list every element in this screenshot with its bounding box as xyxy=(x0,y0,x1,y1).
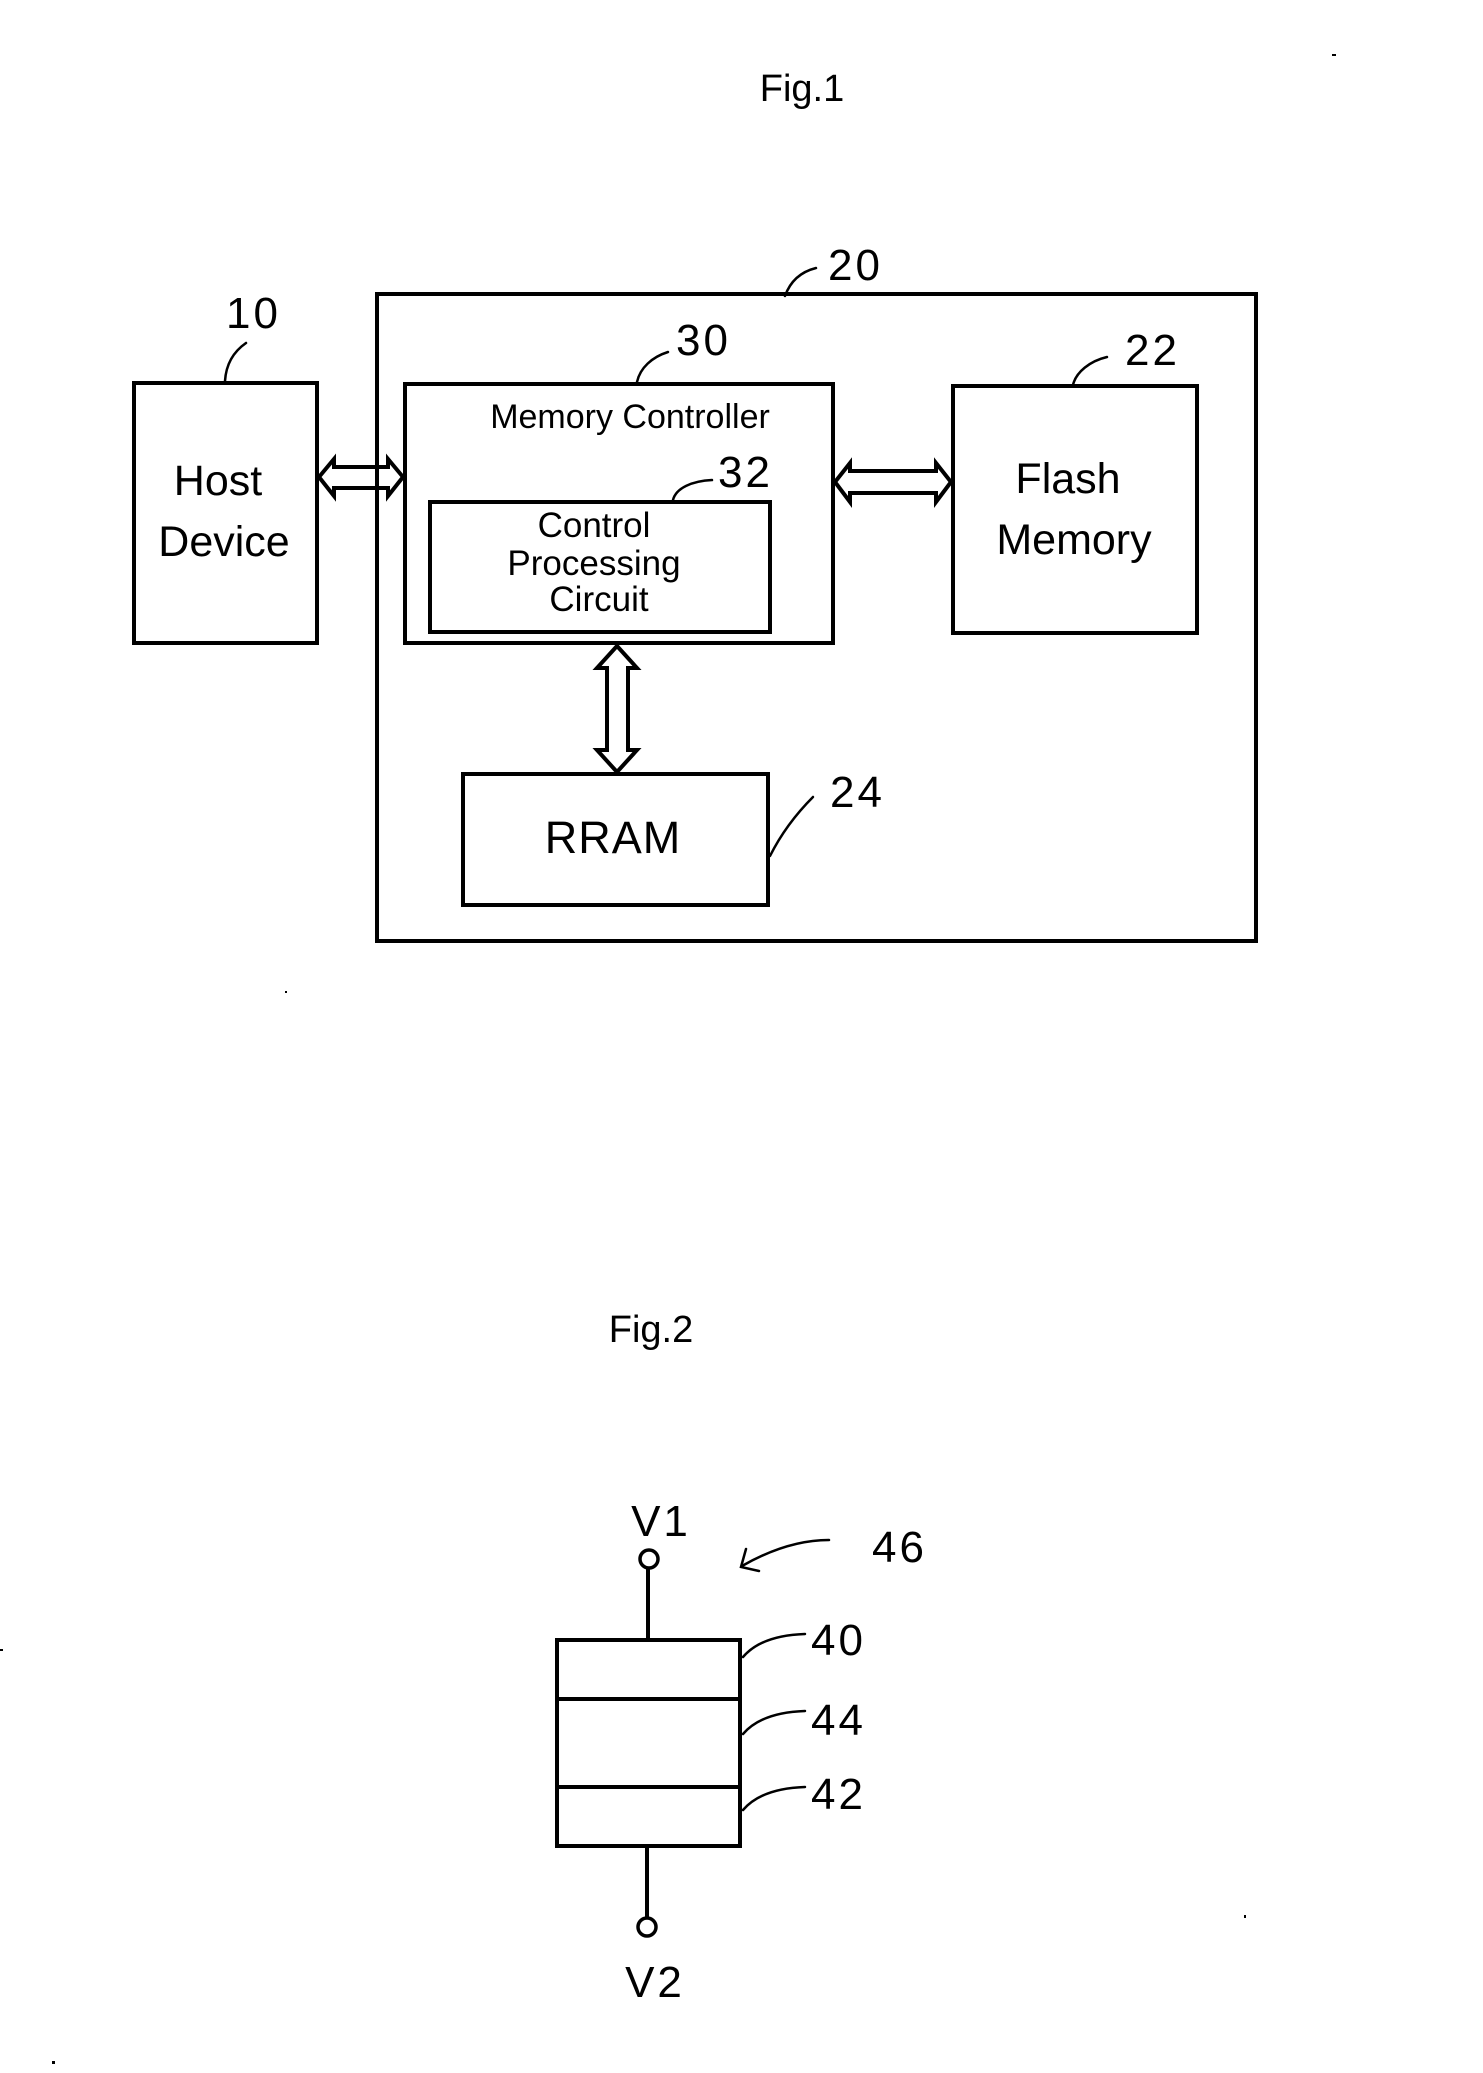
resistive-element-stack xyxy=(555,1638,742,1848)
ref-label-42: 42 xyxy=(811,1770,866,1819)
patent-drawing-sheet: Fig.1 20 Host Device 10 Memory Controlle… xyxy=(0,54,1336,2064)
ref-label-44: 44 xyxy=(811,1696,866,1745)
figure-1-title: Fig.1 xyxy=(760,68,844,110)
terminal-label-v2: V2 xyxy=(625,1958,685,2007)
terminal-v1-icon xyxy=(638,1548,660,1570)
host-device-label-line1: Host xyxy=(174,457,262,505)
scan-speck xyxy=(52,2061,55,2064)
bidirectional-arrow-host-controller xyxy=(316,453,406,502)
leader-line-10 xyxy=(223,341,248,383)
terminal-label-v1: V1 xyxy=(631,1497,691,1546)
leader-line-44 xyxy=(741,1709,807,1736)
flash-memory-label-line1: Flash xyxy=(1015,455,1120,503)
cpc-label-line3: Circuit xyxy=(549,580,648,619)
host-device-label-line2: Device xyxy=(158,518,289,566)
terminal-v2-icon xyxy=(636,1916,658,1938)
figure-2-title: Fig.2 xyxy=(609,1309,693,1351)
ref-label-30: 30 xyxy=(676,316,731,365)
cpc-label-line1: Control xyxy=(538,506,651,545)
scan-speck xyxy=(285,991,287,993)
ref-label-10: 10 xyxy=(226,289,281,338)
leader-arrow-46 xyxy=(740,1538,831,1568)
cpc-label-line2: Processing xyxy=(507,544,680,583)
leader-line-20 xyxy=(783,266,818,298)
leader-line-40 xyxy=(741,1632,807,1659)
arrowhead-46-icon xyxy=(739,1547,761,1573)
figure-1: Fig.1 20 Host Device 10 Memory Controlle… xyxy=(132,68,1258,943)
scan-speck xyxy=(0,1649,3,1651)
ref-label-20: 20 xyxy=(828,241,883,290)
memory-controller-label: Memory Controller xyxy=(490,398,770,436)
ref-label-32: 32 xyxy=(718,448,773,497)
figure-2: Fig.2 V1 46 40 44 42 V2 xyxy=(555,1309,927,2007)
flash-memory-box xyxy=(951,384,1199,635)
rram-label: RRAM xyxy=(545,812,682,863)
ref-label-24: 24 xyxy=(830,768,885,817)
scan-speck xyxy=(1332,54,1336,56)
ref-label-46: 46 xyxy=(872,1523,927,1572)
ref-label-22: 22 xyxy=(1125,326,1180,375)
flash-memory-label-line2: Memory xyxy=(996,516,1152,564)
host-device-box xyxy=(132,381,319,645)
scan-speck xyxy=(1244,1915,1246,1918)
leader-line-42 xyxy=(741,1785,807,1812)
ref-label-40: 40 xyxy=(811,1616,866,1665)
